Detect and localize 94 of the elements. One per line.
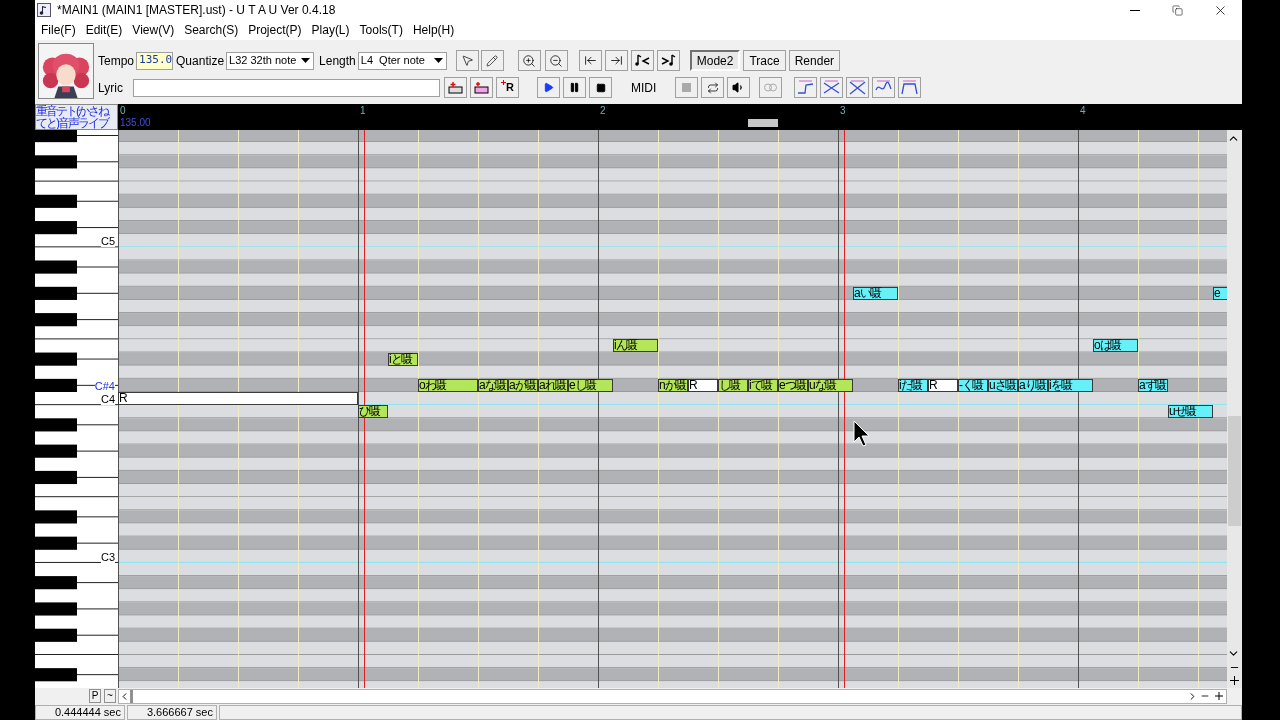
zoom-out-button[interactable] [544,50,568,71]
play-button[interactable] [537,77,560,98]
mouse-cursor-icon [853,420,871,448]
speaker-button[interactable] [727,77,751,98]
window-title: *MAIN1 (MAIN1 [MASTER].ust) - U T A U Ver 0.4.18 [57,2,336,19]
zoom-in-icon [522,53,537,68]
pause-icon [569,82,580,93]
mode-button[interactable]: Render [788,50,841,71]
note-block[interactable]: ひ嗫 [358,405,388,419]
scroll-thumb[interactable] [130,689,133,703]
plus-icon [1229,675,1240,686]
minimize-icon [1129,9,1140,11]
dropdown-arrow-icon [433,58,443,63]
plus-icon [501,80,506,85]
plus-icon [1214,691,1224,701]
measure-number: 4 [1080,105,1086,116]
measure-number: 0 [120,105,126,116]
pitch-curve-button[interactable] [820,77,844,98]
loop-icon [706,81,719,94]
status-field: 3.666667 sec [127,704,217,720]
menu-item[interactable]: Project(P) [243,21,307,39]
music-note-icon [37,3,51,17]
jump-start-button[interactable] [578,50,602,71]
arrow-to-line-icon [583,54,597,67]
horizontal-scrollbar[interactable] [118,688,1227,704]
menu-item[interactable]: Play(L) [306,21,355,39]
arrow-to-line-icon [609,54,623,67]
tempo-marker: 135.00 [120,117,151,128]
insert-rest-button[interactable]: R [496,77,519,98]
note-arrow-icon [634,54,650,67]
pitch-curve-icon [849,80,867,95]
previous-note-button[interactable] [630,50,654,71]
select-tool-button[interactable] [455,50,479,71]
pitch-curve-button[interactable] [898,77,922,98]
pause-button[interactable] [563,77,586,98]
tempo-label: Tempo [98,52,135,70]
menu-item[interactable]: Search(S) [179,21,244,39]
tempo-field[interactable]: 135.0 [136,51,174,70]
timeline-ruler[interactable]: 0 1 2 3 4 135.00 [118,104,1242,130]
pitch-curve-icon [901,80,919,95]
menu-item[interactable]: Tools(T) [354,21,408,39]
pitch-curve-button[interactable] [846,77,870,98]
zoom-out-icon [549,53,564,68]
dropdown-arrow-icon [301,58,311,63]
voice-name: 重音テト(かさねてと)音声ライブ [35,104,118,130]
midi-label: MIDI [631,79,657,97]
pencil-tool-button[interactable] [480,50,504,71]
pencil-icon [486,54,499,67]
next-note-button[interactable] [656,50,680,71]
status-field: 0.444444 sec [35,704,125,720]
pitch-curve-icon [823,80,841,95]
square-icon [682,83,692,92]
scroll-thumb[interactable] [1228,416,1241,526]
stop-icon [595,82,606,93]
jump-end-button[interactable] [604,50,628,71]
stop-button[interactable] [589,77,612,98]
play-icon [543,82,554,93]
bottom-toggle-button[interactable]: ~ [104,689,116,703]
pointer-icon [460,54,474,67]
rings-icon [763,82,779,93]
menu-item[interactable]: Help(H) [407,21,460,39]
pitch-curve-icon [797,80,815,95]
pitch-curve-button[interactable] [872,77,896,98]
menu-item[interactable]: View(V) [127,21,180,39]
vertical-scrollbar[interactable] [1227,130,1242,688]
measure-number: 3 [840,105,846,116]
insert-block-icon [474,81,489,94]
note-block[interactable]: o は嗫 [1093,339,1138,353]
quantize-label: Quantize [176,52,225,70]
length-label: Length [319,52,356,70]
mode-button[interactable]: Trace [743,50,786,71]
length-dropdown[interactable]: L4 Qter note [357,51,447,70]
quantize-dropdown[interactable]: L32 32th note [226,51,315,70]
insert-note-button[interactable] [444,77,467,98]
pitch-curve-button[interactable] [794,77,818,98]
insert-note-icon [448,81,463,94]
scroll-position-thumb[interactable] [748,119,778,127]
note-block[interactable]: i ん嗫 [613,339,658,353]
piano-keyboard-drawing[interactable] [35,130,118,688]
measure-number: 2 [600,105,606,116]
menu-item[interactable]: File(F) [36,21,81,39]
restore-icon [1172,4,1183,16]
note-block[interactable]: R [118,392,358,405]
zoom-in-button[interactable] [517,50,541,71]
mode-button[interactable]: Mode2 [689,50,741,71]
note-arrow-icon [660,54,676,67]
bottom-toggle-button[interactable]: P [89,689,101,703]
loop-button[interactable] [701,77,725,98]
lyric-field[interactable] [133,78,440,97]
lyric-label: Lyric [98,79,124,97]
menu-item[interactable]: Edit(E) [80,21,128,39]
note-block[interactable]: u せ嗫 [1168,405,1213,419]
measure-number: 1 [360,105,366,116]
insert-block-button[interactable] [470,77,493,98]
